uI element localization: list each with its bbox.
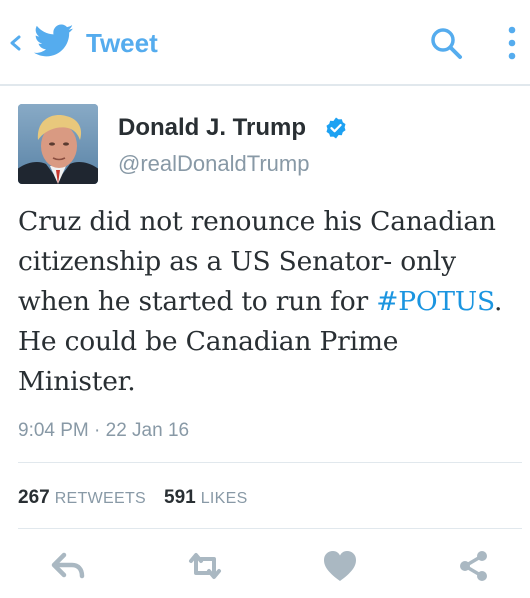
- page-title: Tweet: [86, 28, 158, 58]
- divider: [18, 462, 522, 463]
- profile-photo: [18, 104, 98, 184]
- author-handle[interactable]: @realDonaldTrump: [118, 150, 309, 178]
- reply-icon[interactable]: [48, 546, 88, 586]
- retweets-stat[interactable]: 267 RETWEETS: [18, 487, 146, 508]
- search-icon[interactable]: [426, 24, 466, 64]
- more-vertical-icon[interactable]: [500, 22, 524, 64]
- avatar[interactable]: [18, 104, 98, 184]
- heart-icon[interactable]: [320, 546, 360, 586]
- tweet-timestamp: 9:04 PM · 22 Jan 16: [18, 420, 190, 441]
- author-name[interactable]: Donald J. Trump: [118, 113, 306, 143]
- share-icon[interactable]: [454, 546, 494, 586]
- likes-label: LIKES: [200, 490, 248, 507]
- retweet-icon[interactable]: [185, 546, 225, 586]
- divider: [18, 528, 522, 529]
- chevron-left-icon[interactable]: [6, 26, 26, 60]
- retweets-label: RETWEETS: [54, 490, 146, 507]
- engagement-stats: 267 RETWEETS 591 LIKES: [18, 484, 248, 513]
- twitter-bird-icon[interactable]: [34, 24, 74, 58]
- likes-count: 591: [164, 487, 196, 508]
- app-bar: Tweet: [0, 0, 530, 86]
- verified-badge-icon: [326, 117, 346, 139]
- retweets-count: 267: [18, 487, 50, 508]
- hashtag-link[interactable]: #POTUS: [376, 286, 494, 317]
- likes-stat[interactable]: 591 LIKES: [164, 487, 248, 508]
- tweet-text: Cruz did not renounce his Canadian citiz…: [18, 202, 518, 402]
